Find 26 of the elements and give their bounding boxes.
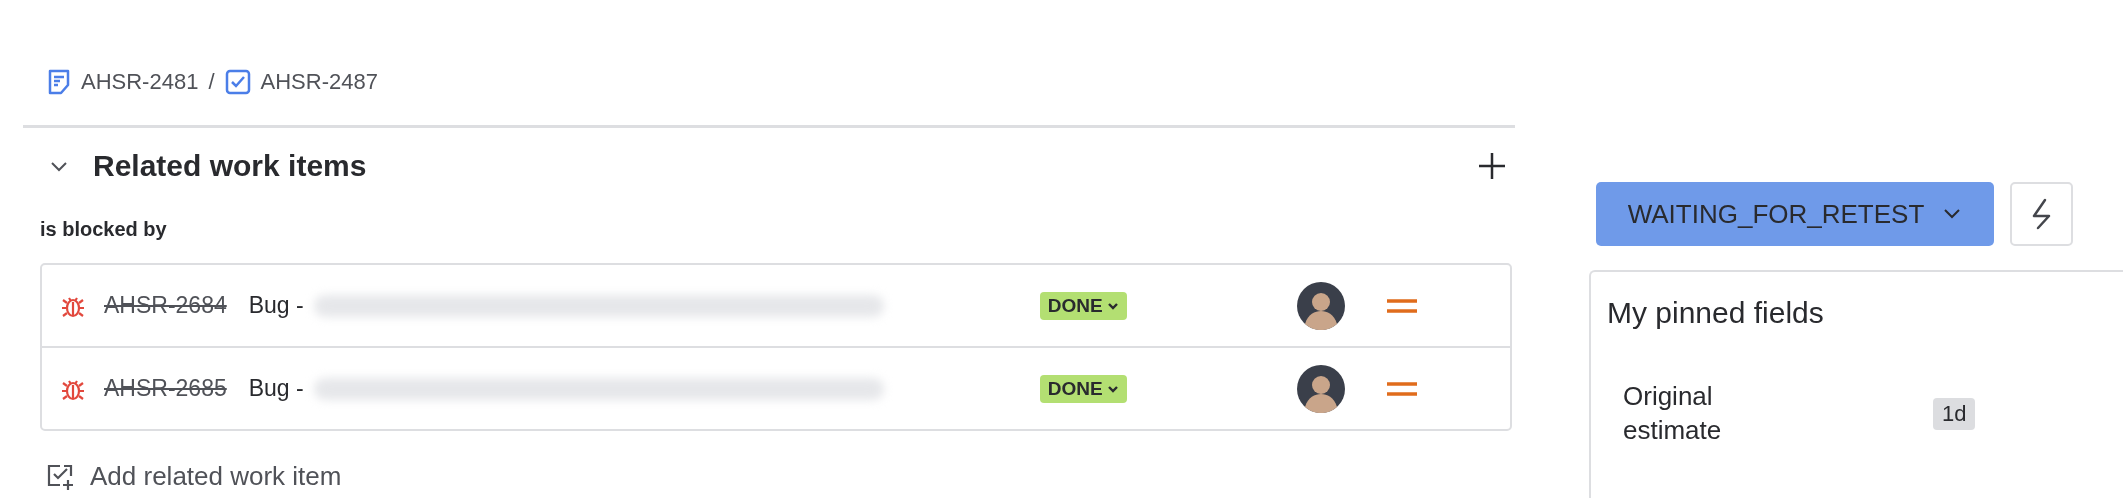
status-lozenge[interactable]: DONE [1039,374,1127,403]
link-type-label: is blocked by [40,218,168,241]
avatar-icon[interactable] [1296,364,1345,413]
breadcrumb-separator: / [208,69,215,95]
add-icon[interactable] [1477,151,1507,181]
add-related-button[interactable]: Add related work item [46,461,1515,492]
field-value: 1d [1933,397,1976,430]
chevron-down-icon [1942,207,1963,221]
status-dropdown[interactable]: WAITING_FOR_RETEST [1596,182,1994,246]
issue-summary: Bug - [248,375,304,402]
add-link-icon [46,462,76,491]
chevron-down-icon [1106,383,1119,394]
issue-key-link[interactable]: AHSR-2684 [104,292,227,319]
panel-title: My pinned fields [1607,296,1825,330]
note-icon [47,69,71,95]
issue-key-link[interactable]: AHSR-2685 [104,375,227,402]
section-title: Related work items [93,149,368,183]
status-lozenge[interactable]: DONE [1039,291,1127,320]
breadcrumb-link[interactable]: AHSR-2487 [260,69,378,95]
issue-summary: Bug - [248,292,304,319]
lightning-button[interactable] [2010,182,2073,246]
avatar-icon[interactable] [1296,281,1345,330]
field-label: Original estimate [1623,380,1723,447]
checkbox-icon [224,69,251,95]
chevron-down-icon [1106,300,1119,311]
breadcrumb-link[interactable]: AHSR-2481 [81,69,199,95]
